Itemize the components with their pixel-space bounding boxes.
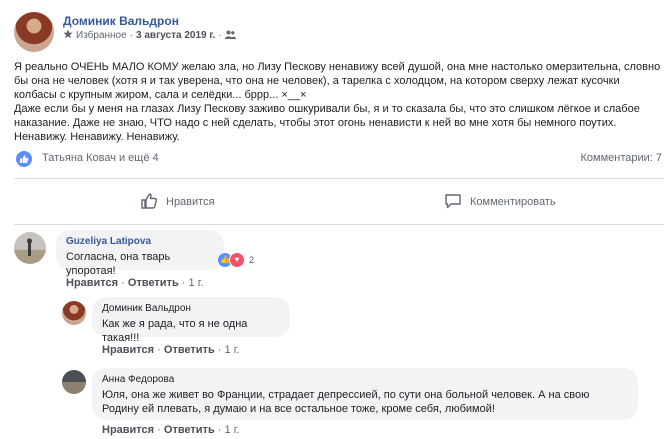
dot-separator: · bbox=[217, 344, 222, 356]
comment-like-link[interactable]: Нравится bbox=[102, 344, 154, 356]
commenter-avatar[interactable] bbox=[14, 232, 46, 264]
comment-actions: Нравится · Ответить · 1 г. bbox=[66, 277, 203, 289]
comment-author[interactable]: Доминик Вальдрон bbox=[102, 303, 280, 314]
dot-separator: · bbox=[157, 344, 161, 356]
post-paragraph-1: Я реально ОЧЕНЬ МАЛО КОМУ желаю зла, но … bbox=[14, 61, 661, 101]
dot-separator: · bbox=[181, 277, 186, 289]
comment-time[interactable]: 1 г. bbox=[225, 424, 240, 436]
comment-reply-link[interactable]: Ответить bbox=[164, 424, 215, 436]
reactions-summary: Татьяна Ковач и ещё 4 Комментарии: 7 bbox=[14, 150, 664, 168]
star-icon bbox=[63, 29, 73, 42]
people-icon[interactable] bbox=[224, 30, 236, 42]
reaction-names[interactable]: Татьяна Ковач и ещё 4 bbox=[42, 152, 159, 164]
comment-reactions-badge[interactable]: 👍 ♥ 2 bbox=[217, 252, 254, 268]
meta-separator-2: · bbox=[218, 30, 222, 41]
comment-reply-link[interactable]: Ответить bbox=[164, 344, 215, 356]
comment-like-link[interactable]: Нравится bbox=[102, 424, 154, 436]
comment-bubble: Guzeliya Latipova Согласна, она тварь уп… bbox=[56, 230, 224, 277]
post-paragraph-2: Даже если бы у меня на глазах Лизу Песко… bbox=[14, 103, 640, 143]
divider-top bbox=[14, 178, 664, 179]
dot-separator: · bbox=[157, 424, 161, 436]
comment-bubble: Доминик Вальдрон Как же я рада, что я не… bbox=[92, 297, 290, 344]
comment-time[interactable]: 1 г. bbox=[189, 277, 204, 289]
like-button[interactable]: Нравится bbox=[140, 188, 215, 216]
comment-time[interactable]: 1 г. bbox=[225, 344, 240, 356]
like-button-label: Нравится bbox=[166, 196, 215, 208]
comment-actions: Нравится · Ответить · 1 г. bbox=[102, 424, 239, 436]
comment-bubble-icon bbox=[444, 192, 462, 213]
comment-text: Юля, она же живет во Франции, страдает д… bbox=[102, 389, 590, 415]
post-date[interactable]: 3 августа 2019 г. bbox=[136, 30, 215, 41]
comment-like-link[interactable]: Нравится bbox=[66, 277, 118, 289]
comment-reply-link[interactable]: Ответить bbox=[128, 277, 179, 289]
like-reaction-icon[interactable] bbox=[16, 151, 32, 167]
thumbs-up-icon bbox=[140, 192, 158, 213]
comment-actions: Нравится · Ответить · 1 г. bbox=[102, 344, 239, 356]
post-author-name[interactable]: Доминик Вальдрон bbox=[63, 14, 179, 28]
commenter-avatar[interactable] bbox=[62, 370, 86, 394]
divider-bottom bbox=[14, 224, 664, 225]
comment-bubble: Анна Федорова Юля, она же живет во Франц… bbox=[92, 368, 638, 420]
meta-separator: · bbox=[129, 30, 134, 41]
comment-text: Согласна, она тварь упоротая! bbox=[66, 251, 171, 277]
comment-button[interactable]: Комментировать bbox=[444, 188, 556, 216]
love-reaction-icon: ♥ bbox=[229, 252, 245, 268]
dot-separator: · bbox=[121, 277, 125, 289]
post-body: Я реально ОЧЕНЬ МАЛО КОМУ желаю зла, но … bbox=[14, 60, 664, 144]
reaction-count: 2 bbox=[249, 255, 255, 265]
dot-separator: · bbox=[217, 424, 222, 436]
comments-count[interactable]: Комментарии: 7 bbox=[580, 152, 662, 164]
comment-button-label: Комментировать bbox=[470, 196, 556, 208]
visibility-label: Избранное bbox=[76, 30, 127, 41]
post-meta: Избранное · 3 августа 2019 г. · bbox=[63, 29, 236, 42]
comment-text: Как же я рада, что я не одна такая!!! bbox=[102, 318, 248, 344]
commenter-avatar[interactable] bbox=[62, 301, 86, 325]
comment-author[interactable]: Анна Федорова bbox=[102, 374, 628, 385]
comment-author[interactable]: Guzeliya Latipova bbox=[66, 236, 214, 247]
author-avatar[interactable] bbox=[14, 12, 54, 52]
